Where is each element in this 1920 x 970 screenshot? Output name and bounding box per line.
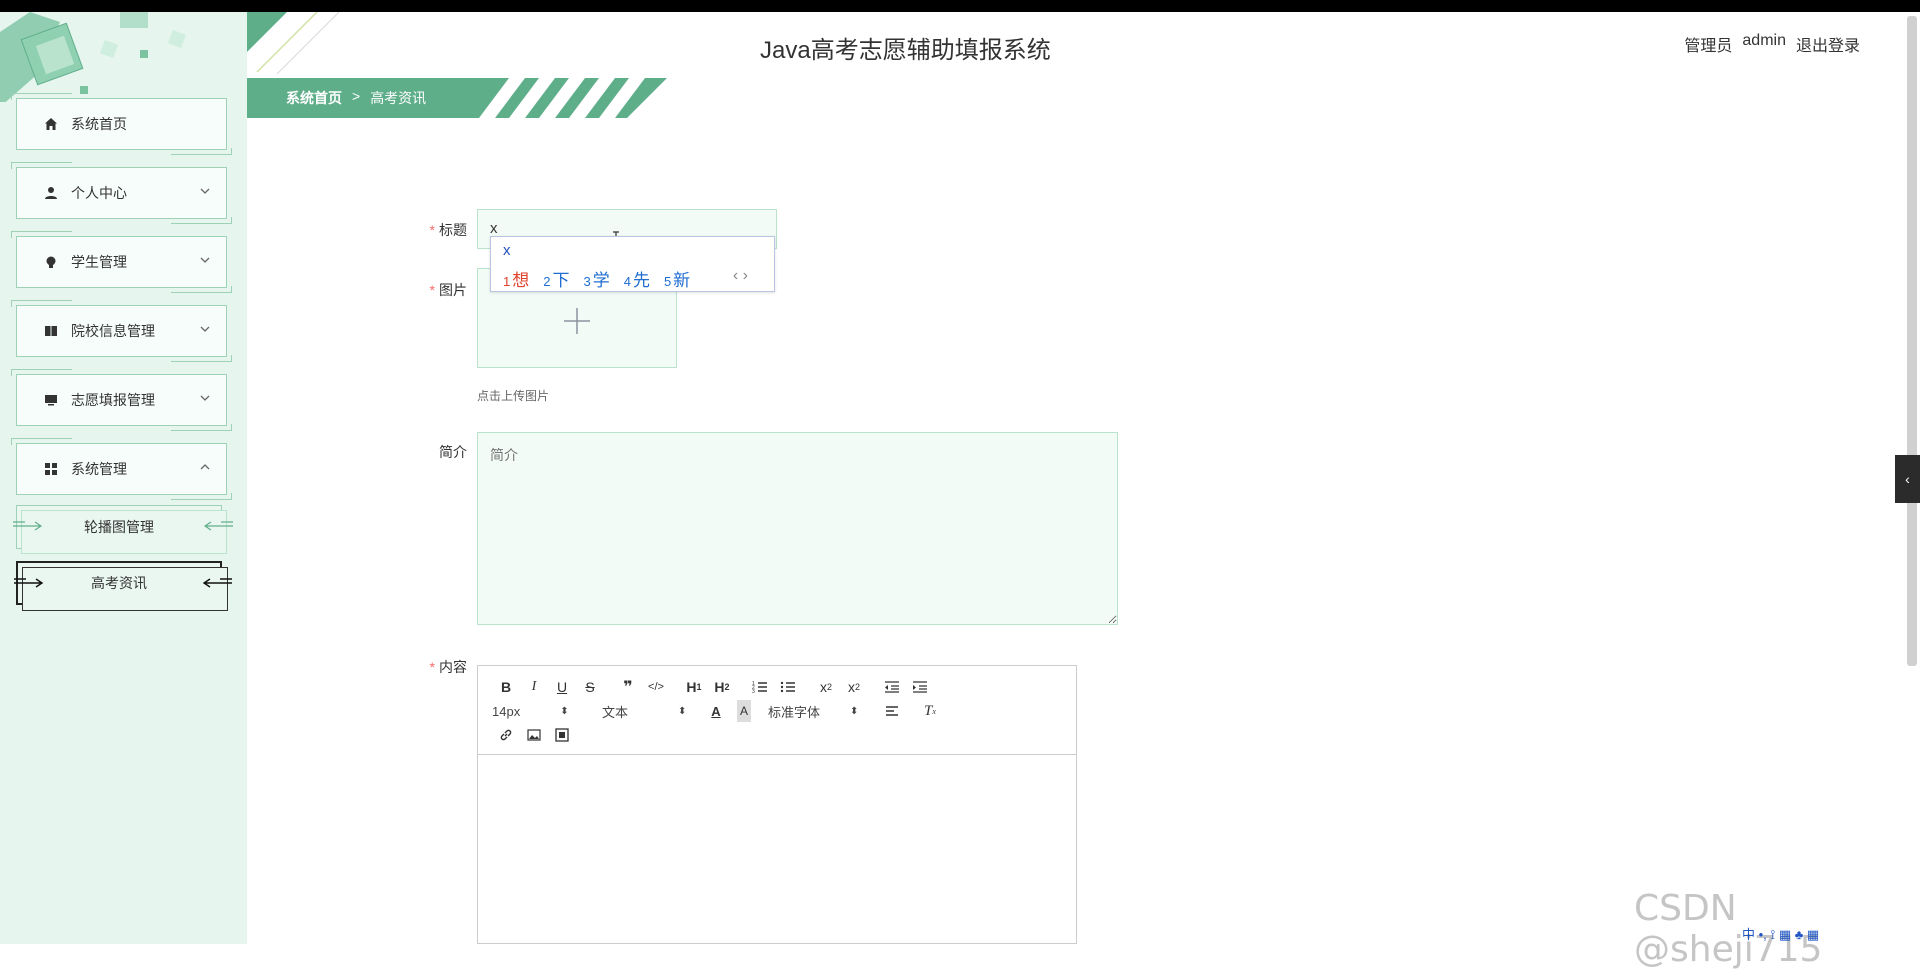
username: admin [1742,32,1786,49]
sidebar-subitem-label: 高考资讯 [91,575,147,591]
intro-textarea[interactable] [477,432,1118,625]
bullet-list-icon[interactable] [774,676,802,698]
sidebar-subitem-news[interactable]: 高考资讯 [14,561,232,611]
ime-toolbar[interactable]: 中 •, ⟟ ▦ ♣ ▦ [1742,924,1819,943]
editor-content-area[interactable] [478,756,1076,943]
italic-icon[interactable]: I [520,676,548,698]
logout-link[interactable]: 退出登录 [1796,32,1860,56]
page-scrollbar[interactable] [1907,16,1917,666]
ime-candidate-popup: x 1想 2下 3学 4先 5新 ‹ › [490,236,775,292]
chevron-left-icon: ‹ [1905,471,1910,487]
required-mark: * [429,282,435,298]
background-color-icon[interactable]: A [737,700,751,722]
sidebar: 系统首页 个人中心 学生管理 院校信息管理 志愿填报管理 系统管理 轮播图管理 … [0,12,247,944]
content-label: * 内容 [429,659,467,675]
sidebar-item-label: 系统管理 [71,461,127,477]
user-role: 管理员 [1684,38,1733,55]
arrow-right-icon [14,578,44,588]
image-icon[interactable] [520,724,548,746]
image-label: * 图片 [429,282,467,298]
breadcrumb-home[interactable]: 系统首页 [286,88,342,108]
font-size-select[interactable]: 14px ⬍ [492,700,592,722]
font-family-select[interactable]: 标准字体 ⬍ [768,700,878,722]
sidebar-item-personal[interactable]: 个人中心 [11,162,232,224]
video-icon[interactable] [548,724,576,746]
chevron-down-icon [200,188,210,194]
monitor-icon [43,392,59,408]
rich-text-editor: B I U S ❞ </> H1 H2 123 x2 x2 14px ⬍ 文本 … [477,665,1077,944]
align-icon[interactable] [878,700,906,722]
ime-candidate[interactable]: 4先 [624,266,650,291]
ime-candidate[interactable]: 3学 [583,266,609,291]
sidebar-item-label: 个人中心 [71,185,127,201]
arrow-left-icon [202,578,232,588]
code-block-icon[interactable]: </> [642,676,670,698]
sidebar-item-home[interactable]: 系统首页 [11,93,232,155]
outdent-icon[interactable] [878,676,906,698]
arrow-right-icon [13,521,43,531]
sidebar-item-colleges[interactable]: 院校信息管理 [11,300,232,362]
sidebar-subitem-label: 轮播图管理 [84,519,154,535]
header-decoration [247,12,340,75]
chevron-down-icon [200,326,210,332]
title-label: * 标题 [429,222,467,238]
superscript-icon[interactable]: x2 [840,676,868,698]
ime-candidate[interactable]: 1想 [503,266,529,291]
chevron-down-icon [200,395,210,401]
grid-icon [43,461,59,477]
home-icon [43,116,59,132]
svg-text:3: 3 [752,689,755,694]
sidebar-item-label: 学生管理 [71,254,127,270]
required-mark: * [429,659,435,675]
ime-candidates: 1想 2下 3学 4先 5新 [503,266,690,291]
intro-label: 简介 [439,444,467,460]
sidebar-decoration [0,12,186,102]
heading2-icon[interactable]: H2 [708,676,736,698]
clear-format-icon[interactable]: Tx [916,700,944,722]
subscript-icon[interactable]: x2 [812,676,840,698]
sidebar-item-volunteer[interactable]: 志愿填报管理 [11,369,232,431]
sidebar-item-system[interactable]: 系统管理 [11,438,232,500]
breadcrumb-separator: > [352,88,361,104]
upload-hint: 点击上传图片 [477,389,550,403]
blockquote-icon[interactable]: ❞ [614,676,642,698]
ime-candidate[interactable]: 5新 [664,266,690,291]
arrow-left-icon [203,521,233,531]
indent-icon[interactable] [906,676,934,698]
font-color-icon[interactable]: A [702,700,730,722]
lightbulb-icon [43,254,59,270]
sidebar-subitem-carousel[interactable]: 轮播图管理 [13,505,233,554]
app-title: Java高考志愿辅助填报系统 [760,37,1051,64]
required-mark: * [429,222,435,238]
heading1-icon[interactable]: H1 [680,676,708,698]
chevron-down-icon [200,257,210,263]
user-icon [43,185,59,201]
ordered-list-icon[interactable]: 123 [746,676,774,698]
underline-icon[interactable]: U [548,676,576,698]
editor-toolbar: B I U S ❞ </> H1 H2 123 x2 x2 14px ⬍ 文本 … [478,666,1076,755]
plus-icon [564,308,590,334]
sidebar-item-students[interactable]: 学生管理 [11,231,232,293]
ime-candidate[interactable]: 2下 [543,266,569,291]
text-type-select[interactable]: 文本 ⬍ [602,700,702,722]
sidebar-item-label: 院校信息管理 [71,323,155,339]
breadcrumb-current: 高考资讯 [370,90,427,106]
ime-page-nav[interactable]: ‹ › [733,267,748,285]
user-area: 管理员 admin 退出登录 [1684,32,1860,56]
bold-icon[interactable]: B [492,676,520,698]
strikethrough-icon[interactable]: S [576,676,604,698]
sidebar-item-label: 志愿填报管理 [71,392,155,408]
chevron-up-icon [200,464,210,470]
book-icon [43,323,59,339]
window-top-bar [0,0,1920,12]
sidebar-item-label: 系统首页 [71,116,127,132]
breadcrumb: 系统首页 > 高考资讯 [286,88,426,108]
collapse-panel-button[interactable]: ‹ [1895,455,1920,503]
ime-pinyin: x [503,242,511,259]
link-icon[interactable] [492,724,520,746]
